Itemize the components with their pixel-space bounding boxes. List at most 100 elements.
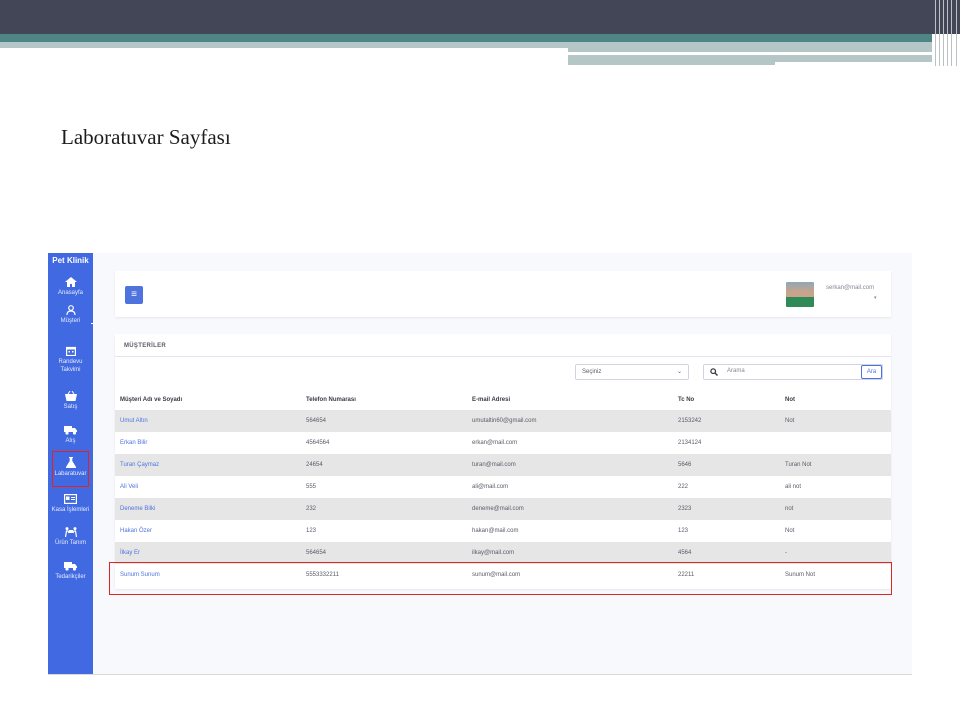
email-cell: ali@mail.com — [472, 484, 509, 490]
note-cell: - — [785, 550, 787, 556]
topbar: ≡ serkan@mail.com ▾ — [115, 271, 891, 317]
home-icon — [64, 277, 77, 287]
sidebar-item-label: Anasayfa — [57, 290, 84, 296]
app-screenshot: Pet Klinik Anasayfa Müşteri Randevu Takv… — [48, 253, 912, 675]
sidebar-item-label: Tedarikçiler — [55, 574, 86, 580]
phone-cell: 24654 — [306, 462, 323, 468]
sidebar-item-satis[interactable]: Satış — [48, 391, 93, 411]
column-header[interactable]: Müşteri Adı ve Soyadı — [120, 390, 182, 410]
new-row-highlight-box — [109, 562, 892, 595]
card-title: MÜŞTERİLER — [124, 343, 166, 349]
tc-cell: 2323 — [678, 506, 692, 512]
collapse-caret[interactable] — [91, 323, 94, 324]
customer-name-link[interactable]: Umut Altın — [120, 410, 148, 432]
filter-select-value: Seçiniz — [582, 369, 602, 375]
note-cell: Turan Not — [785, 462, 812, 468]
tc-cell: 222 — [678, 484, 689, 490]
table-row[interactable]: Erkan Bilir 4564564 erkan@mail.com 21341… — [115, 432, 891, 454]
tc-cell: 2134124 — [678, 440, 702, 446]
phone-cell: 123 — [306, 528, 317, 534]
column-header[interactable]: Telefon Numarası — [306, 390, 356, 410]
sidebar: Pet Klinik Anasayfa Müşteri Randevu Takv… — [48, 253, 94, 674]
chevron-down-icon[interactable]: ▾ — [874, 295, 877, 301]
phone-cell: 232 — [306, 506, 317, 512]
table-row[interactable]: Hakan Özer 123 hakan@mail.com 123 Not — [115, 520, 891, 542]
sidebar-item-urun-tanim[interactable]: Ürün Tanım — [48, 527, 93, 547]
id-card-icon — [64, 494, 77, 504]
customers-card: MÜŞTERİLER Seçiniz ⌄ Arama Ara Müşteri A… — [115, 334, 891, 589]
sidebar-item-label: Müşteri — [60, 318, 81, 324]
customer-name-link[interactable]: Hakan Özer — [120, 520, 152, 542]
sidebar-item-labaratuvar[interactable]: Labaratuvar — [52, 451, 89, 487]
phone-cell: 564654 — [306, 550, 327, 556]
search-field[interactable]: Arama — [703, 364, 883, 380]
search-icon — [710, 368, 718, 376]
sidebar-item-kasa-islemleri[interactable]: Kasa İşlemleri — [48, 494, 93, 514]
slide-accent-strip — [0, 42, 568, 48]
table-row[interactable]: Turan Çaymaz 24654 turan@mail.com 5646 T… — [115, 454, 891, 476]
sidebar-item-label: Ürün Tanım — [55, 540, 86, 546]
customer-name-link[interactable]: Turan Çaymaz — [120, 454, 159, 476]
customer-name-link[interactable]: Ali Veli — [120, 476, 138, 498]
sidebar-item-label: Alış — [65, 438, 76, 444]
sidebar-item-label: Satış — [63, 404, 78, 410]
slide-accent-line-lower — [775, 62, 932, 65]
slide-title: Laboratuvar Sayfası — [61, 125, 231, 149]
slide-header-band — [0, 0, 932, 34]
phone-cell: 555 — [306, 484, 317, 490]
sidebar-item-label: Kasa İşlemleri — [51, 507, 90, 513]
table-row[interactable]: Umut Altın 564654 umutaltin60@gmail.com … — [115, 410, 891, 432]
customers-table: Müşteri Adı ve Soyadı Telefon Numarası E… — [115, 390, 891, 586]
sidebar-item-randevu-takvimi[interactable]: Randevu Takvimi — [48, 346, 93, 374]
column-header[interactable]: E-mail Adresi — [472, 390, 510, 410]
email-cell: ilkay@mail.com — [472, 550, 515, 556]
phone-cell: 564654 — [306, 418, 327, 424]
table-row[interactable]: Ali Veli 555 ali@mail.com 222 ali not — [115, 476, 891, 498]
table-header-row: Müşteri Adı ve Soyadı Telefon Numarası E… — [115, 390, 891, 410]
card-divider — [115, 356, 891, 357]
customer-name-link[interactable]: Erkan Bilir — [120, 432, 147, 454]
sidebar-brand[interactable]: Pet Klinik — [48, 256, 93, 265]
avatar[interactable] — [786, 282, 814, 307]
note-cell: not — [785, 506, 794, 512]
tc-cell: 5646 — [678, 462, 692, 468]
tc-cell: 123 — [678, 528, 689, 534]
basket-icon — [64, 391, 77, 401]
truck-icon — [64, 426, 77, 435]
email-cell: deneme@mail.com — [472, 506, 524, 512]
phone-cell: 4564564 — [306, 440, 330, 446]
email-cell: hakan@mail.com — [472, 528, 519, 534]
note-cell: Not — [785, 528, 795, 534]
sidebar-item-alis[interactable]: Alış — [48, 425, 93, 445]
sidebar-item-tedarikciler[interactable]: Tedarikçiler — [48, 561, 93, 581]
sidebar-item-musteri[interactable]: Müşteri — [48, 305, 93, 325]
email-cell: umutaltin60@gmail.com — [472, 418, 537, 424]
truck-icon — [64, 562, 77, 571]
customer-name-link[interactable]: Deneme Bilki — [120, 498, 155, 520]
sidebar-item-anasayfa[interactable]: Anasayfa — [48, 277, 93, 297]
flask-icon — [65, 457, 76, 468]
email-cell: turan@mail.com — [472, 462, 516, 468]
tc-cell: 2153242 — [678, 418, 702, 424]
user-email[interactable]: serkan@mail.com — [826, 285, 874, 291]
column-header[interactable]: Tc No — [678, 390, 694, 410]
user-icon — [65, 305, 76, 315]
slide-header-lines — [932, 0, 960, 66]
search-button[interactable]: Ara — [861, 365, 882, 379]
customer-name-link[interactable]: İlkay Er — [120, 542, 140, 564]
column-header[interactable]: Not — [785, 390, 795, 410]
calendar-icon — [65, 346, 76, 356]
filter-select[interactable]: Seçiniz ⌄ — [575, 364, 689, 380]
note-cell: Not — [785, 418, 795, 424]
menu-toggle-button[interactable]: ≡ — [125, 286, 143, 304]
sidebar-item-label: Labaratuvar — [54, 471, 87, 477]
tc-cell: 4564 — [678, 550, 692, 556]
table-row[interactable]: Deneme Bilki 232 deneme@mail.com 2323 no… — [115, 498, 891, 520]
slide-accent-strip-right — [568, 42, 932, 52]
slide-accent-band — [0, 34, 932, 42]
search-input[interactable]: Arama — [727, 368, 745, 374]
chevron-down-icon: ⌄ — [676, 369, 682, 375]
email-cell: erkan@mail.com — [472, 440, 518, 446]
table-row[interactable]: İlkay Er 564654 ilkay@mail.com 4564 - — [115, 542, 891, 564]
note-cell: ali not — [785, 484, 802, 490]
